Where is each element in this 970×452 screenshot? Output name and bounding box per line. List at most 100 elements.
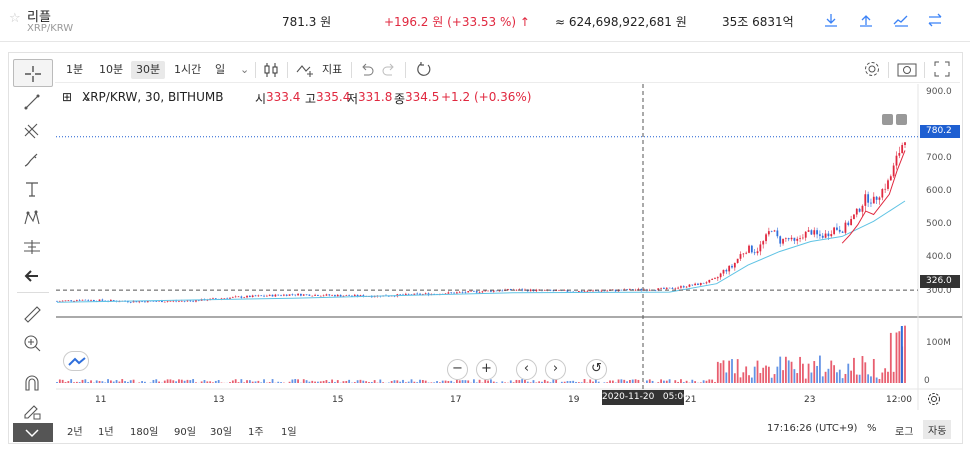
volume-bar [444,380,447,383]
zoom-out-button[interactable]: − [447,359,468,380]
candle-body [787,238,790,240]
candle-body [419,293,421,295]
candle-body [821,235,824,238]
scroll-left-button[interactable]: ‹ [516,359,537,380]
volume-bar [804,378,807,383]
volume-bar [393,380,396,383]
percent-toggle[interactable]: % [867,423,877,434]
volume-bar [801,363,804,383]
range-1d[interactable]: 1일 [281,423,297,438]
candle-body [81,299,84,301]
crosshair-price-label: 326.0 [920,275,960,288]
volume-bar [524,379,526,383]
range-1y[interactable]: 1년 [98,423,114,438]
candle-body [668,287,671,289]
price-chart[interactable] [0,0,970,452]
candle-body [305,294,308,296]
candle-body [231,297,234,298]
volume-bar [838,369,841,383]
candle-body [84,299,87,301]
flag-marker-icon[interactable] [896,114,907,125]
candle-body [473,290,475,292]
auto-toggle[interactable]: 자동 [923,420,952,439]
volume-bar [413,381,416,383]
volume-bar [189,380,192,383]
collapse-marker-icon[interactable] [882,114,893,125]
volume-bar [881,372,884,383]
candle-body [98,299,101,302]
volume-bar [288,381,291,383]
volume-bar [592,381,594,383]
log-toggle[interactable]: 로그 [895,423,913,438]
volume-bar [617,379,620,383]
candle-body [87,300,90,301]
reset-chart-button[interactable]: ↺ [586,359,607,380]
candle-body [739,254,742,259]
volume-bar [526,381,529,383]
volume-bar [132,379,135,383]
volume-bar [810,372,813,383]
volume-bar [438,382,441,383]
volume-bar [699,382,702,383]
volume-bar [234,379,237,383]
volume-bar [206,381,209,383]
candle-body [719,273,722,278]
scroll-right-button[interactable]: › [545,359,566,380]
candle-body [776,230,779,237]
candle-body [254,295,257,297]
volume-bar [793,369,796,383]
volume-bar [424,380,427,383]
candle-body [455,292,458,294]
candle-body [90,300,92,301]
candle-body [336,294,339,297]
volume-bar [260,382,263,383]
volume-bar [628,379,631,383]
volume-bar [458,380,461,383]
volume-bar [308,381,311,383]
candle-body [328,294,331,296]
candle-body [813,230,816,235]
volume-bar [898,331,901,383]
candle-body [413,293,416,295]
range-30d[interactable]: 30일 [210,423,232,438]
volume-bar [325,380,328,383]
candle-body [339,294,342,297]
volume-bar [512,382,515,383]
candle-body [129,302,132,303]
range-90d[interactable]: 90일 [174,423,196,438]
volume-bar [87,382,90,383]
candle-body [464,292,467,293]
volume-bar [887,371,889,383]
volume-bar [56,382,58,383]
volume-bar [560,381,563,383]
range-bar: 2년 1년 180일 90일 30일 1주 1일 17:16:26 (UTC+9… [55,419,960,441]
zoom-in-button[interactable]: + [476,359,497,380]
volume-bar [532,380,535,383]
candle-body [714,278,716,279]
range-180d[interactable]: 180일 [130,423,158,438]
volume-bar [263,379,265,383]
candle-body [61,300,64,302]
volume-bar [736,359,739,383]
candle-body [592,290,594,292]
candle-body [70,300,73,302]
candle-body [680,286,682,288]
volume-bar [546,381,549,383]
volume-bar [620,379,623,383]
candle-body [161,300,163,303]
range-2y[interactable]: 2년 [67,423,83,438]
volume-bar [419,379,421,383]
candle-body [580,291,583,292]
candle-body [870,202,872,204]
volume-bar [356,380,359,383]
candle-body [317,294,319,296]
candle-body [453,292,455,294]
range-1w[interactable]: 1주 [248,423,264,438]
volume-bar [657,382,660,383]
candle-body [155,301,158,302]
tradingview-logo-button[interactable] [63,351,89,371]
axis-settings-gear-icon[interactable] [926,391,942,407]
candle-body [319,295,322,297]
volume-bar [807,363,810,383]
volume-bar [334,382,336,383]
